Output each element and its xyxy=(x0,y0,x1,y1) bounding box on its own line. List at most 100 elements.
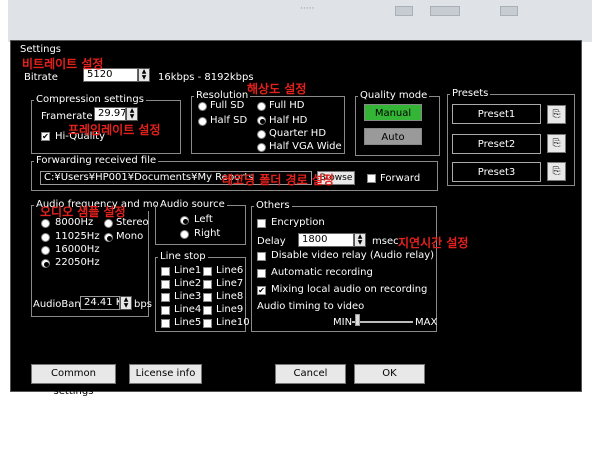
frame-button xyxy=(430,6,460,16)
resolution-option: Half HD xyxy=(269,115,308,126)
frame-noise: ····· xyxy=(300,4,315,14)
audio-source-title: Audio source xyxy=(158,199,227,211)
annotation-framerate: 프레임레이트 설정 xyxy=(68,123,161,137)
cancel-button[interactable]: Cancel xyxy=(275,364,346,384)
timing-slider-handle[interactable] xyxy=(355,314,360,326)
preset2-button[interactable]: Preset2 xyxy=(452,134,541,154)
timing-min-label: MIN xyxy=(333,317,353,328)
annotation-resolution: 해상도 설정 xyxy=(247,82,307,96)
line-label: Line9 xyxy=(216,304,244,315)
freq-option: 22050Hz xyxy=(55,257,100,268)
mode-option: Mono xyxy=(116,231,144,242)
bitrate-range: 16kbps - 8192kbps xyxy=(158,72,254,83)
radio-half-vga-wide[interactable] xyxy=(257,143,266,152)
radio-half-sd[interactable] xyxy=(198,117,207,126)
preset1-button[interactable]: Preset1 xyxy=(452,104,541,124)
line-label: Line2 xyxy=(174,278,202,289)
line10-checkbox[interactable] xyxy=(203,319,212,328)
line2-checkbox[interactable] xyxy=(161,280,170,289)
line3-checkbox[interactable] xyxy=(161,293,170,302)
line-stop-title: Line stop xyxy=(158,251,208,263)
radio-stereo[interactable] xyxy=(104,219,113,228)
line1-checkbox[interactable] xyxy=(161,267,170,276)
auto-recording-checkbox[interactable] xyxy=(257,269,266,278)
radio-half-hd[interactable] xyxy=(257,116,266,125)
radio-11025hz[interactable] xyxy=(41,233,50,242)
radio-full-hd[interactable] xyxy=(257,102,266,111)
framerate-stepper[interactable]: ▲ ▼ xyxy=(126,107,138,121)
window-title: Settings xyxy=(20,44,62,55)
line6-checkbox[interactable] xyxy=(203,267,212,276)
timing-slider-track[interactable] xyxy=(352,321,413,323)
license-info-button[interactable]: License info xyxy=(129,364,202,384)
delay-input[interactable]: 1800 xyxy=(298,233,354,247)
resolution-option: Full HD xyxy=(269,100,305,111)
auto-button[interactable]: Auto xyxy=(364,128,422,145)
bitrate-stepper[interactable]: ▲ ▼ xyxy=(138,68,150,82)
line4-checkbox[interactable] xyxy=(161,306,170,315)
line-label: Line7 xyxy=(216,278,244,289)
line-label: Line6 xyxy=(216,265,244,276)
audio-source-option: Left xyxy=(194,214,213,225)
radio-quarter-hd[interactable] xyxy=(257,130,266,139)
compression-title: Compression settings xyxy=(34,94,146,106)
radio-22050hz[interactable] xyxy=(41,259,50,268)
line5-checkbox[interactable] xyxy=(161,319,170,328)
radio-mono[interactable] xyxy=(104,233,113,242)
resolution-option: Half VGA Wide xyxy=(269,141,342,152)
delay-label: Delay xyxy=(257,236,286,247)
resolution-option: Quarter HD xyxy=(269,128,327,139)
disable-relay-checkbox[interactable] xyxy=(257,252,266,261)
forward-checkbox[interactable] xyxy=(367,174,376,183)
line-label: Line3 xyxy=(174,291,202,302)
annotation-delay: 지연시간 설정 xyxy=(398,236,469,250)
audioband-input[interactable]: 24.41 K xyxy=(80,296,120,310)
disable-relay-label: Disable video relay (Audio relay) xyxy=(271,250,435,261)
ok-button[interactable]: OK xyxy=(354,364,425,384)
radio-8000hz[interactable] xyxy=(41,219,50,228)
mixing-label: Mixing local audio on recording xyxy=(271,284,428,295)
annotation-audio: 오디오 샘플 설정 xyxy=(40,205,126,219)
preset3-button[interactable]: Preset3 xyxy=(452,162,541,182)
annotation-bitrate: 비트레이트 설정 xyxy=(22,57,104,71)
timing-max-label: MAX xyxy=(415,317,438,328)
hiquality-checkbox[interactable]: ✔ xyxy=(41,132,50,141)
delay-stepper[interactable]: ▲ ▼ xyxy=(354,233,366,247)
line8-checkbox[interactable] xyxy=(203,293,212,302)
radio-full-sd[interactable] xyxy=(198,102,207,111)
line-label: Line5 xyxy=(174,317,202,328)
frame-button xyxy=(395,6,413,16)
preset3-save-icon[interactable]: ⎘ xyxy=(547,162,566,181)
mixing-checkbox[interactable]: ✔ xyxy=(257,286,266,295)
forwarding-title: Forwarding received file xyxy=(34,155,159,167)
bitrate-label: Bitrate xyxy=(24,72,58,83)
audioband-label: AudioBand xyxy=(33,299,88,310)
auto-recording-label: Automatic recording xyxy=(271,267,373,278)
manual-button[interactable]: Manual xyxy=(364,104,422,121)
timing-label: Audio timing to video xyxy=(257,301,365,312)
preset2-save-icon[interactable]: ⎘ xyxy=(547,134,566,153)
line-label: Line8 xyxy=(216,291,244,302)
settings-window: ····· Settings Bitrate 5120 ▲ ▼ 16kbps - … xyxy=(0,0,600,450)
line9-checkbox[interactable] xyxy=(203,306,212,315)
framerate-input[interactable]: 29.97 xyxy=(94,107,126,121)
presets-title: Presets xyxy=(450,88,491,100)
audioband-unit: bps xyxy=(134,299,152,310)
radio-16000hz[interactable] xyxy=(41,246,50,255)
line-label: Line1 xyxy=(174,265,202,276)
quality-mode-title: Quality mode xyxy=(358,90,430,102)
resolution-option: Half SD xyxy=(210,115,248,126)
encryption-label: Encryption xyxy=(271,217,325,228)
line7-checkbox[interactable] xyxy=(203,280,212,289)
freq-option: 16000Hz xyxy=(55,244,100,255)
preset1-save-icon[interactable]: ⎘ xyxy=(547,105,566,124)
radio-right[interactable] xyxy=(180,230,189,239)
frame-button xyxy=(500,6,518,16)
resolution-option: Full SD xyxy=(210,100,245,111)
audioband-stepper[interactable]: ▲ ▼ xyxy=(120,296,132,310)
annotation-folder: 레코딩 폴더 경로 설정 xyxy=(222,173,334,187)
encryption-checkbox[interactable] xyxy=(257,219,266,228)
common-settings-button[interactable]: Common settings xyxy=(31,364,116,397)
radio-left[interactable] xyxy=(180,216,189,225)
line-label: Line10 xyxy=(216,317,250,328)
